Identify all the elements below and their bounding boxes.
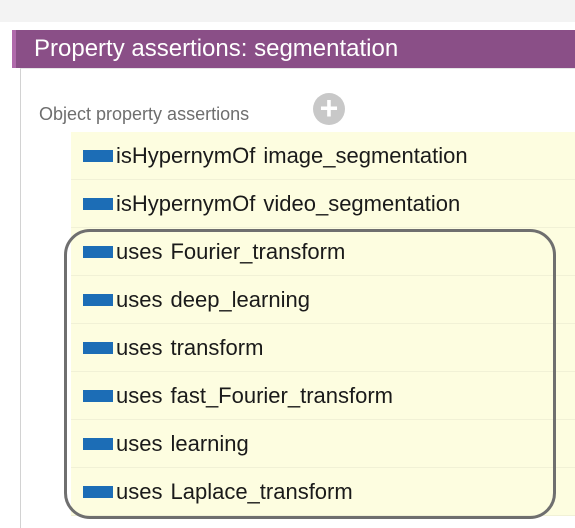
- assertion-value: deep_learning: [170, 287, 310, 312]
- assertion-label: isHypernymOf video_segmentation: [116, 190, 460, 218]
- assertions-panel: Object property assertions + isHypernymO…: [20, 68, 575, 528]
- object-property-icon: [83, 294, 113, 306]
- object-property-icon: [83, 438, 113, 450]
- assertion-row[interactable]: uses deep_learning: [71, 276, 575, 324]
- assertion-row[interactable]: uses fast_Fourier_transform: [71, 372, 575, 420]
- assertion-value: image_segmentation: [263, 143, 468, 168]
- assertion-property: uses: [116, 335, 163, 360]
- view-header: Property assertions: segmentation: [12, 30, 575, 68]
- object-property-icon: [83, 246, 113, 258]
- object-property-icon: [83, 198, 113, 210]
- assertion-row[interactable]: uses transform: [71, 324, 575, 372]
- assertion-value: Fourier_transform: [170, 239, 346, 264]
- assertion-value: Laplace_transform: [170, 479, 353, 504]
- assertion-row[interactable]: uses Laplace_transform: [71, 468, 575, 516]
- assertion-value: transform: [170, 335, 264, 360]
- add-assertion-button[interactable]: +: [313, 90, 345, 126]
- assertion-value: video_segmentation: [263, 191, 461, 216]
- assertion-row[interactable]: uses Fourier_transform: [71, 228, 575, 276]
- plus-circle-icon: +: [319, 90, 339, 126]
- assertion-property: isHypernymOf: [116, 143, 256, 168]
- object-property-icon: [83, 150, 113, 162]
- assertion-property: uses: [116, 431, 163, 456]
- object-property-icon: [83, 390, 113, 402]
- object-property-icon: [83, 342, 113, 354]
- assertion-list: isHypernymOf image_segmentation isHyperny…: [71, 132, 575, 516]
- view-title: Property assertions: segmentation: [34, 35, 399, 62]
- assertion-row[interactable]: isHypernymOf video_segmentation: [71, 180, 575, 228]
- left-edge: [0, 22, 6, 528]
- assertion-property: uses: [116, 383, 163, 408]
- assertion-property: uses: [116, 287, 163, 312]
- assertion-property: uses: [116, 479, 163, 504]
- assertion-label: uses Fourier_transform: [116, 238, 345, 266]
- section-label: Object property assertions: [39, 104, 250, 124]
- assertion-label: uses transform: [116, 334, 263, 362]
- assertion-label: uses fast_Fourier_transform: [116, 382, 393, 410]
- assertion-row[interactable]: isHypernymOf image_segmentation: [71, 132, 575, 180]
- assertion-value: learning: [170, 431, 249, 456]
- object-property-icon: [83, 486, 113, 498]
- assertion-property: isHypernymOf: [116, 191, 256, 216]
- assertion-value: fast_Fourier_transform: [170, 383, 394, 408]
- assertion-label: isHypernymOf image_segmentation: [116, 142, 468, 170]
- assertion-label: uses Laplace_transform: [116, 478, 353, 506]
- assertion-label: uses learning: [116, 430, 249, 458]
- assertion-row[interactable]: uses learning: [71, 420, 575, 468]
- assertion-label: uses deep_learning: [116, 286, 310, 314]
- window-top-strip: [0, 0, 575, 22]
- assertion-property: uses: [116, 239, 163, 264]
